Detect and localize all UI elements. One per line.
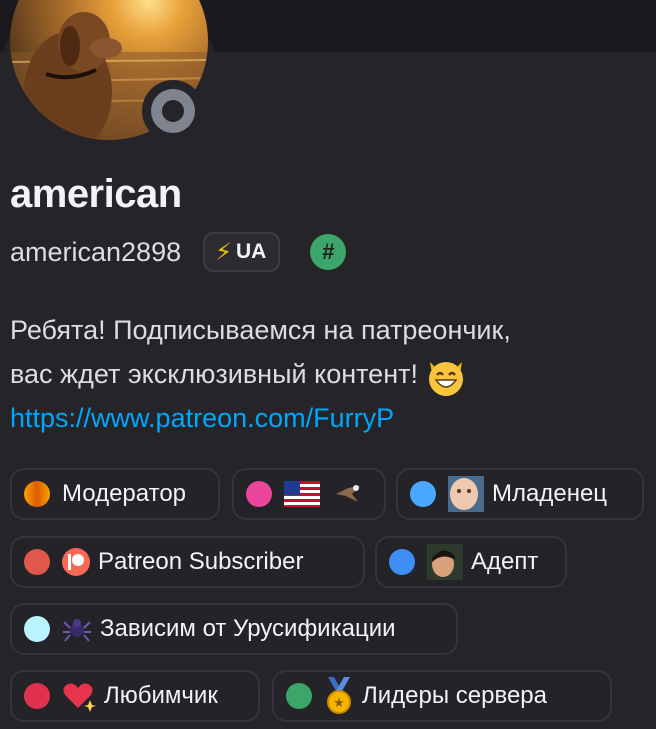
role-pill[interactable] <box>232 468 386 520</box>
hashtag-badge-icon[interactable]: # <box>310 234 347 270</box>
username-row: american2898 ⚡ UA # <box>10 232 347 272</box>
role-label: Лидеры сервера <box>362 682 547 709</box>
role-color-dot <box>24 616 50 642</box>
bio-line-2-text: вас ждет эксклюзивный контент! <box>10 359 418 389</box>
role-label: Patreon Subscriber <box>98 548 304 575</box>
status-dot-center <box>162 100 184 122</box>
role-pill[interactable]: ★ Лидеры сервера <box>272 670 612 722</box>
patreon-icon <box>62 548 90 576</box>
grinning-cat-emoji-icon <box>424 354 468 398</box>
medal-icon: ★ <box>324 677 354 715</box>
role-pill[interactable]: Младенец <box>396 468 644 520</box>
bio-line-1: Ребята! Подписываемся на патреончик, <box>10 315 511 345</box>
role-color-dot <box>410 481 436 507</box>
baby-photo-icon <box>448 476 484 512</box>
role-color-dot <box>286 683 312 709</box>
spider-icon <box>62 614 92 644</box>
role-pill[interactable]: Любимчик <box>10 670 260 722</box>
role-label: Любимчик <box>104 682 218 709</box>
role-pill[interactable]: Адепт <box>375 536 567 588</box>
lightning-icon: ⚡ <box>215 238 232 266</box>
face-photo-icon <box>427 544 463 580</box>
server-tag-label: UA <box>235 240 267 263</box>
role-pill[interactable]: Модератор <box>10 468 220 520</box>
role-color-dot <box>246 481 272 507</box>
username[interactable]: american2898 <box>10 237 181 268</box>
role-label: Модератор <box>62 480 187 507</box>
eagle-icon <box>334 482 362 506</box>
svg-text:★: ★ <box>333 696 345 711</box>
sparkle-heart-icon <box>62 680 96 712</box>
server-tag-badge[interactable]: ⚡ UA <box>203 232 281 272</box>
bio-line-2: вас ждет эксклюзивный контент! <box>10 352 630 396</box>
display-name: american <box>10 172 182 216</box>
patreon-link[interactable]: https://www.patreon.com/FurryP <box>10 396 394 440</box>
bio: Ребята! Подписываемся на патреончик, вас… <box>10 308 630 440</box>
role-color-dot <box>24 549 50 575</box>
bio-line-3: https://www.patreon.com/FurryP <box>10 396 630 440</box>
role-pill[interactable]: Patreon Subscriber <box>10 536 365 588</box>
role-label: Младенец <box>492 480 608 507</box>
role-pill[interactable]: Зависим от Урусификации <box>10 603 458 655</box>
role-color-dot <box>24 481 50 507</box>
role-color-dot <box>24 683 50 709</box>
role-label: Адепт <box>471 548 539 575</box>
us-flag-icon <box>284 481 320 507</box>
role-label: Зависим от Урусификации <box>100 615 396 642</box>
role-color-dot <box>389 549 415 575</box>
